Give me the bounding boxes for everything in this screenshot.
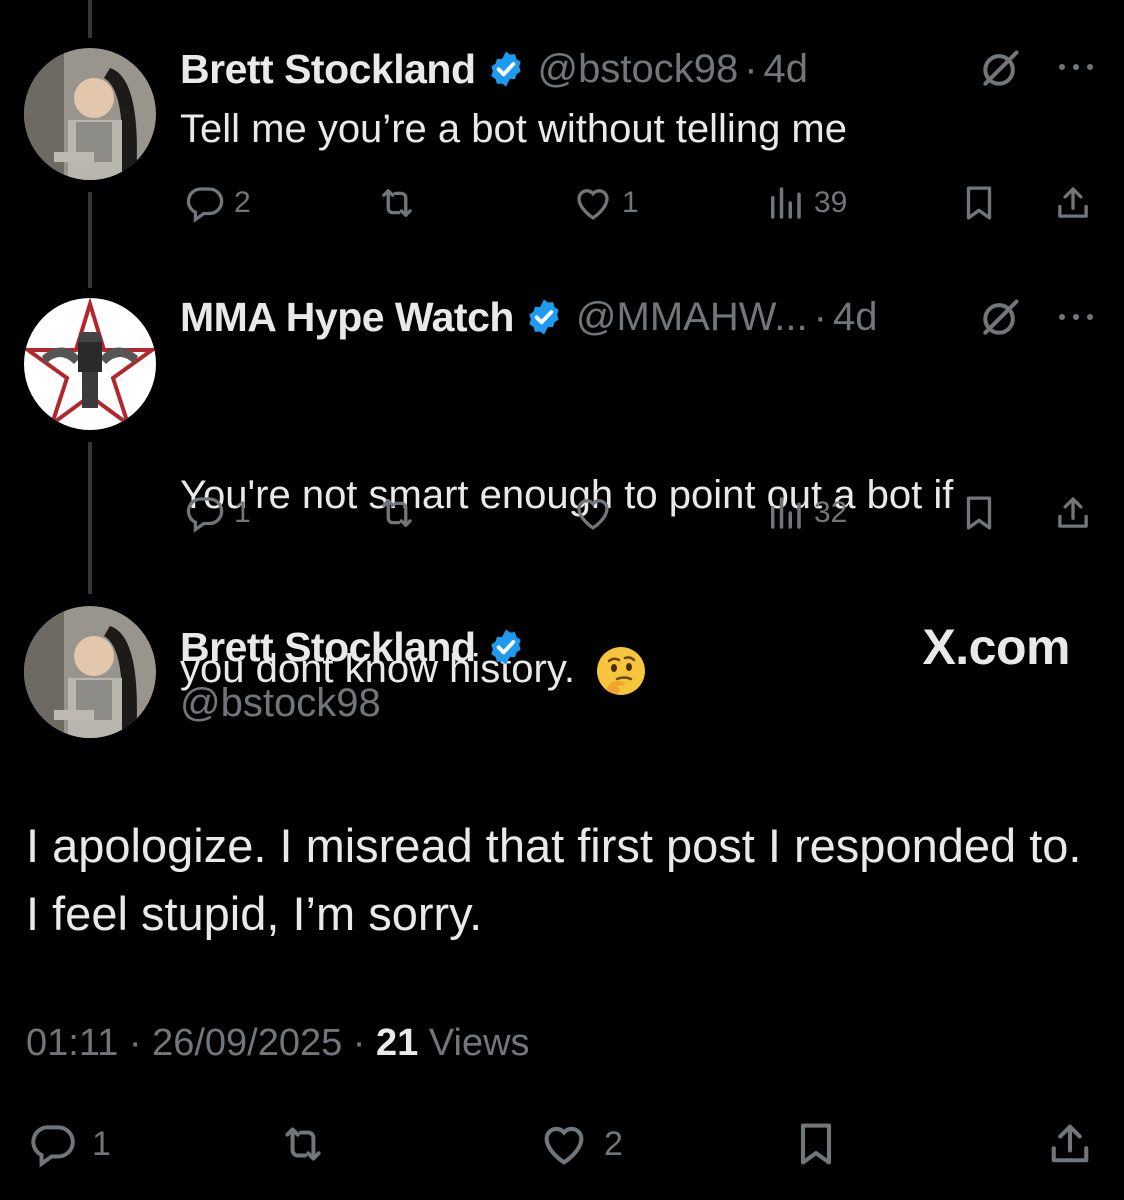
author-name[interactable]: MMA Hype Watch (180, 294, 514, 341)
reply-button[interactable]: 1 (184, 488, 251, 538)
avatar[interactable] (24, 48, 156, 180)
author-name[interactable]: Brett Stockland (180, 46, 476, 93)
like-button[interactable] (572, 488, 622, 538)
share-icon (1052, 492, 1094, 534)
like-count: 2 (604, 1124, 623, 1163)
reply-icon (184, 492, 226, 534)
reply-icon (28, 1119, 78, 1169)
like-button[interactable]: 1 (572, 178, 639, 228)
views-icon (764, 182, 806, 224)
separator-dot: · (813, 294, 827, 339)
repost-icon (376, 492, 418, 534)
author-handle[interactable]: @MMAHW... (576, 295, 808, 340)
views-icon (764, 492, 806, 534)
reply-button[interactable]: 2 (184, 178, 251, 228)
post-date[interactable]: 26/09/2025 (152, 1022, 342, 1064)
reply-button[interactable]: 1 (28, 1116, 111, 1172)
focused-post-text: I apologize. I misread that first post I… (26, 819, 1082, 940)
bookmark-button[interactable] (958, 178, 1000, 228)
post-text: Tell me you’re a bot without telling me (180, 107, 847, 151)
views-button[interactable]: 39 (764, 178, 847, 228)
post-meta: 01:11 · 26/09/2025 · 21 Views (26, 1022, 530, 1065)
focused-handle-row: @bstock98 (180, 676, 381, 730)
grok-icon[interactable] (978, 47, 1022, 91)
reply-count: 1 (234, 496, 251, 529)
focused-header: Brett Stockland (180, 620, 538, 674)
more-icon[interactable] (1056, 310, 1096, 324)
post-2-actions: 1 32 (0, 488, 1124, 538)
bookmark-icon (790, 1118, 842, 1170)
reply-count: 1 (92, 1124, 111, 1163)
thread-line-top (88, 0, 92, 38)
repost-icon (376, 182, 418, 224)
like-icon (572, 492, 614, 534)
separator-dot: · (744, 46, 758, 91)
post-time[interactable]: 01:11 (26, 1022, 118, 1064)
views-count: 32 (814, 496, 848, 529)
reply-icon (184, 182, 226, 224)
verified-icon (486, 627, 526, 667)
post-1-header: Brett Stockland @bstock98 · 4d (180, 42, 808, 96)
grok-icon[interactable] (978, 296, 1022, 340)
bookmark-icon (958, 182, 1000, 224)
repost-button[interactable] (278, 1116, 336, 1172)
author-handle[interactable]: @bstock98 (180, 681, 381, 726)
repost-button[interactable] (376, 488, 426, 538)
share-button[interactable] (1052, 488, 1094, 538)
repost-icon (278, 1119, 328, 1169)
separator-dot: · (342, 1022, 377, 1064)
post-1-actions: 2 1 39 (0, 178, 1124, 228)
reply-count: 2 (234, 186, 251, 219)
avatar[interactable] (24, 298, 156, 430)
bookmark-button[interactable] (790, 1116, 842, 1172)
share-button[interactable] (1044, 1116, 1096, 1172)
repost-button[interactable] (376, 178, 426, 228)
like-button[interactable]: 2 (538, 1116, 623, 1172)
separator-dot: · (118, 1022, 153, 1064)
focused-actions: 1 2 (0, 1116, 1124, 1172)
verified-icon (524, 297, 564, 337)
author-handle[interactable]: @bstock98 (538, 47, 739, 92)
post-time[interactable]: 4d (833, 295, 878, 340)
avatar[interactable] (24, 606, 156, 738)
thinking-face-emoji (597, 647, 646, 696)
like-icon (572, 182, 614, 224)
share-button[interactable] (1052, 178, 1094, 228)
x-com-watermark: X.com (922, 619, 1070, 675)
views-count: 21 (376, 1022, 419, 1064)
bookmark-button[interactable] (958, 488, 1000, 538)
post-time[interactable]: 4d (764, 47, 809, 92)
views-button[interactable]: 32 (764, 488, 847, 538)
share-icon (1052, 182, 1094, 224)
verified-icon (486, 49, 526, 89)
views-label: Views (428, 1022, 530, 1064)
like-count: 1 (622, 186, 639, 219)
more-icon[interactable] (1056, 60, 1096, 74)
like-icon (538, 1118, 590, 1170)
post-2-header: MMA Hype Watch @MMAHW... · 4d (180, 290, 877, 344)
share-icon (1044, 1118, 1096, 1170)
views-count: 39 (814, 186, 848, 219)
author-name[interactable]: Brett Stockland (180, 624, 476, 671)
bookmark-icon (958, 492, 1000, 534)
